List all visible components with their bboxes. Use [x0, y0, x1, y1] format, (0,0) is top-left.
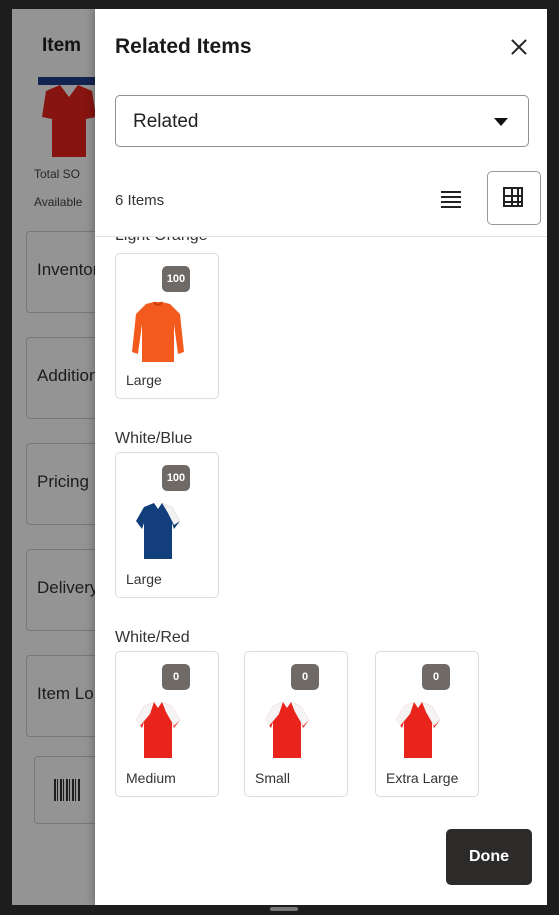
item-size-label: Extra Large	[386, 770, 459, 786]
item-size-label: Small	[255, 770, 291, 786]
item-size-label: Large	[126, 372, 162, 388]
grid-view-button[interactable]	[487, 171, 541, 225]
item-tile[interactable]: 0 Extra Large	[375, 651, 479, 797]
quantity-badge: 0	[162, 664, 190, 690]
quantity-badge: 100	[162, 465, 190, 491]
quantity-badge: 0	[291, 664, 319, 690]
red-shirt-image	[265, 702, 309, 758]
orange-shirt-image	[132, 301, 184, 362]
group-label: Light Orange	[115, 237, 208, 245]
chevron-down-icon	[494, 118, 508, 126]
select-value: Related	[133, 111, 199, 132]
item-tile[interactable]: 100 Large	[115, 253, 219, 399]
related-items-drawer: Related Items Related 6 Items Light Oran…	[95, 9, 547, 905]
close-icon[interactable]	[505, 33, 533, 61]
item-size-label: Large	[126, 571, 162, 587]
quantity-badge: 0	[422, 664, 450, 690]
group-label: White/Blue	[115, 430, 193, 447]
item-tile[interactable]: 0 Medium	[115, 651, 219, 797]
quantity-badge: 100	[162, 266, 190, 292]
related-items-list[interactable]: Light Orange 100 Large White/Blue 100	[95, 237, 547, 837]
done-button[interactable]: Done	[446, 829, 532, 885]
blue-shirt-image	[136, 503, 180, 559]
item-count: 6 Items	[115, 192, 165, 209]
item-tile[interactable]: 0 Small	[244, 651, 348, 797]
red-shirt-image	[136, 702, 180, 758]
device-screen: Item Total SO Available Inventory Additi…	[12, 9, 547, 905]
drawer-title: Related Items	[115, 35, 252, 58]
item-size-label: Medium	[126, 770, 176, 786]
list-view-icon[interactable]	[437, 185, 465, 213]
relation-type-select[interactable]: Related	[115, 95, 529, 147]
grid-view-icon	[503, 187, 523, 207]
group-label: White/Red	[115, 629, 190, 646]
item-tile[interactable]: 100 Large	[115, 452, 219, 598]
red-shirt-image	[396, 702, 440, 758]
home-indicator[interactable]	[270, 907, 298, 911]
